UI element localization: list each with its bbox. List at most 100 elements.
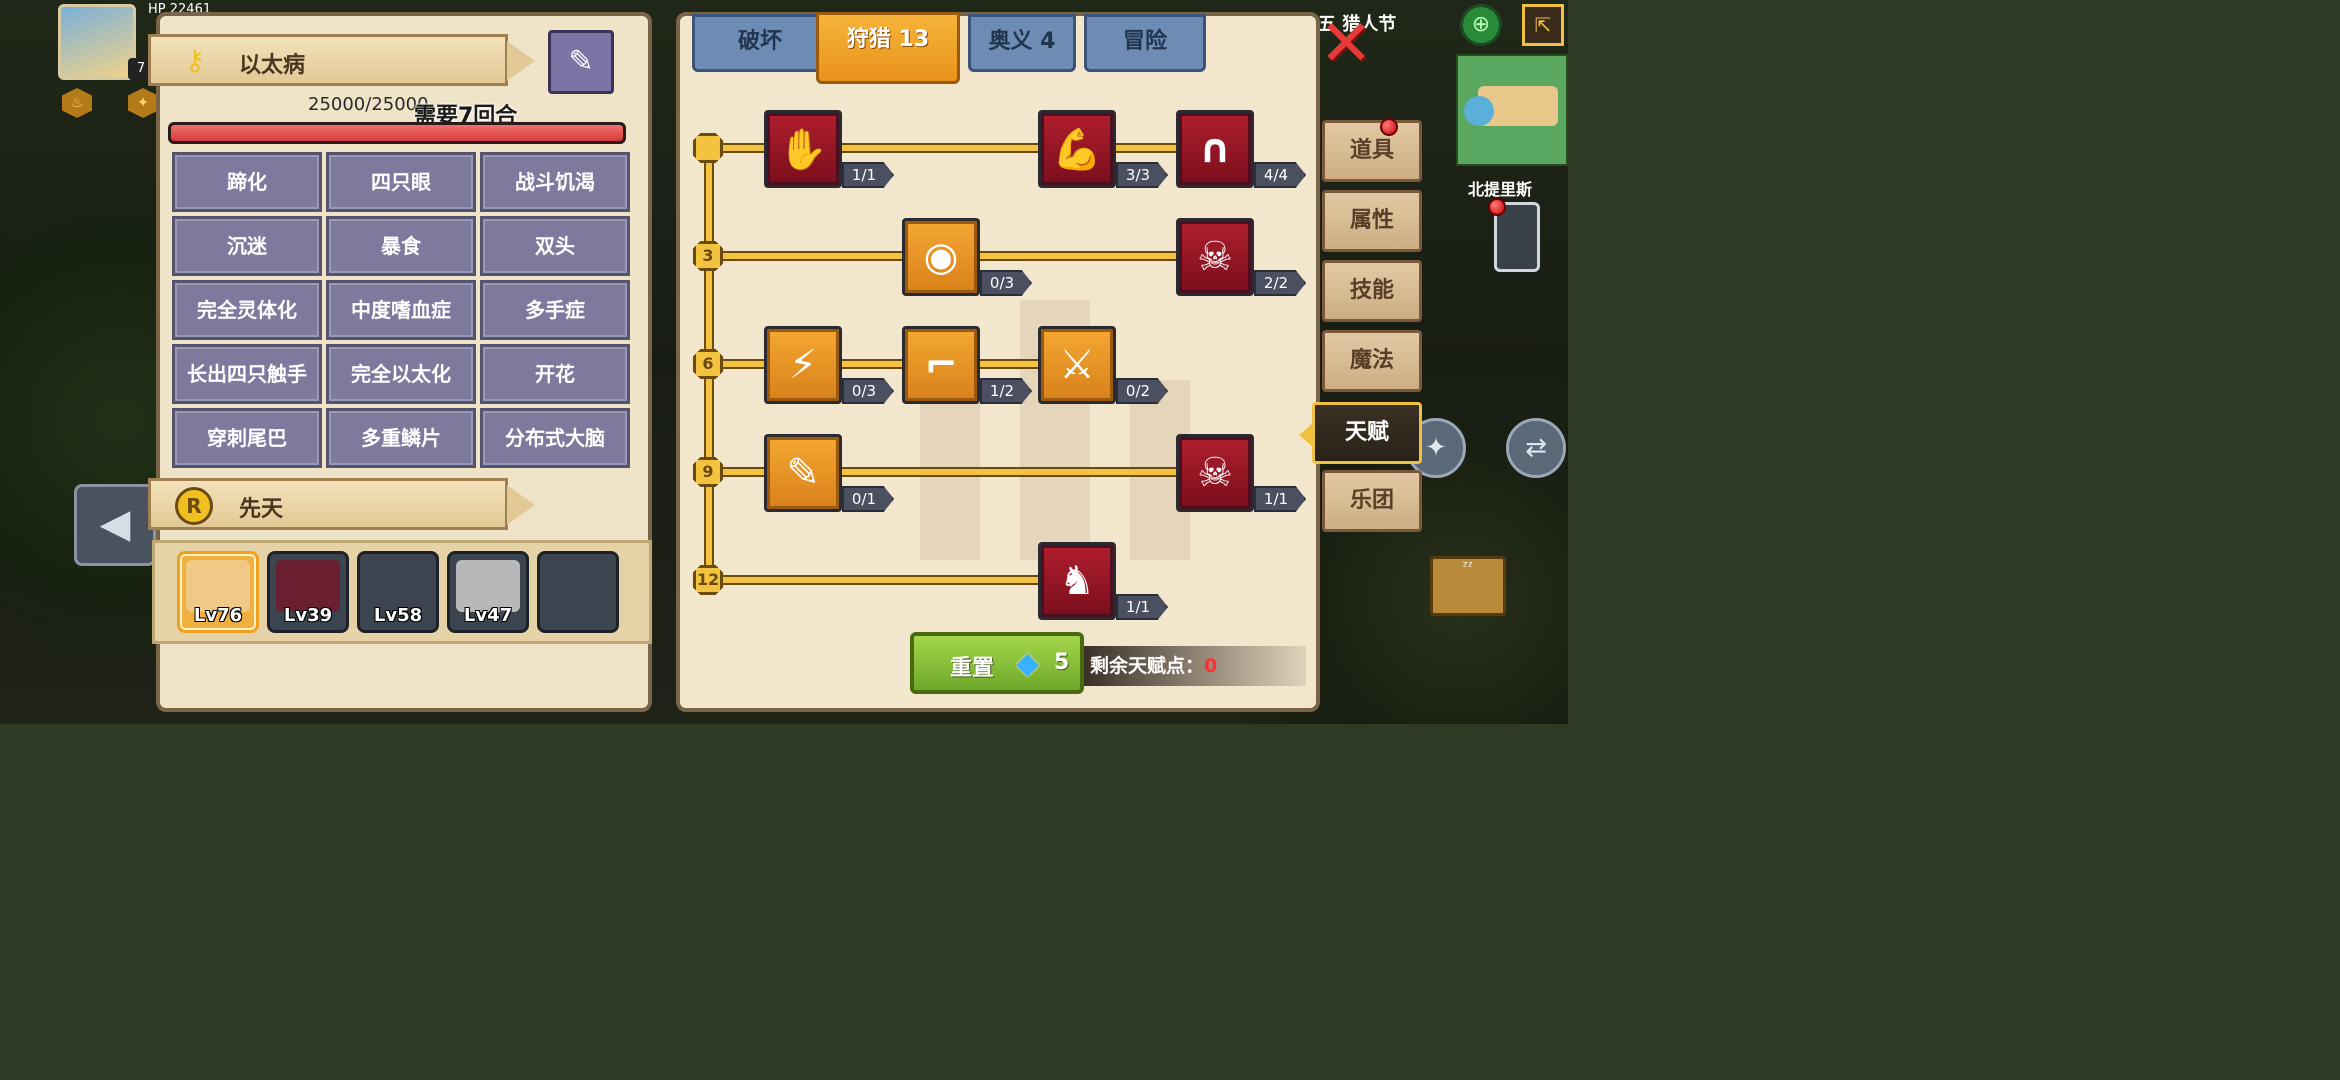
innate-title: 先天 (239, 497, 284, 522)
trait-item[interactable]: 蹄化 (172, 152, 322, 212)
syringe-icon: ✎ (568, 44, 594, 79)
notification-dot (1380, 118, 1398, 136)
talent-claw-hand[interactable]: ✋ (764, 110, 842, 188)
trait-item[interactable]: 完全以太化 (326, 344, 476, 404)
talent-syringe[interactable]: ✎ (764, 434, 842, 512)
tab-2[interactable]: 奥义 4 (968, 14, 1076, 72)
trait-item[interactable]: 分布式大脑 (480, 408, 630, 468)
talent-winged-boot[interactable]: ⌐ (902, 326, 980, 404)
party-level: Lv76 (193, 605, 243, 626)
level-node: 12 (693, 565, 723, 595)
party-level: Lv39 (283, 605, 333, 626)
left-arrow-icon[interactable]: ◀ (74, 484, 156, 566)
trait-item[interactable]: 长出四只触手 (172, 344, 322, 404)
talent-horse-head[interactable]: ♞ (1038, 542, 1116, 620)
claw-hand-icon: ✋ (778, 126, 828, 173)
globe-icon[interactable]: ⊕ (1460, 4, 1502, 46)
innate-banner: R 先天 (148, 478, 535, 530)
party-level: Lv47 (463, 605, 513, 626)
side-menu-5[interactable]: 乐团 (1322, 470, 1422, 532)
talent-rank: 4/4 (1254, 162, 1306, 188)
party-level: Lv58 (373, 605, 423, 626)
level-node (693, 133, 723, 163)
trait-item[interactable]: 中度嗜血症 (326, 280, 476, 340)
castle-watermark (880, 260, 1240, 560)
trait-item[interactable]: 穿刺尾巴 (172, 408, 322, 468)
talent-horseshoe[interactable]: ∩ (1176, 110, 1254, 188)
trait-item[interactable]: 多手症 (480, 280, 630, 340)
tab-1[interactable]: 狩猎 13 (816, 12, 960, 84)
key-icon: ⚷ (184, 44, 206, 77)
party-slot[interactable]: Lv39 (267, 551, 349, 633)
talent-rank: 0/3 (842, 378, 894, 404)
talent-eye[interactable]: ◉ (902, 218, 980, 296)
party-slot[interactable]: Lv58 (357, 551, 439, 633)
trait-item[interactable]: 战斗饥渴 (480, 152, 630, 212)
talent-skull-sun[interactable]: ☠ (1176, 434, 1254, 512)
talent-skull-shield[interactable]: ☠ (1176, 218, 1254, 296)
talent-rank: 1/1 (1116, 594, 1168, 620)
talent-rank: 0/2 (1116, 378, 1168, 404)
horseshoe-icon: ∩ (1198, 126, 1232, 172)
disease-hp-text: 25000/25000 (308, 94, 429, 115)
talent-rank: 0/3 (980, 270, 1032, 296)
side-menu-1[interactable]: 属性 (1322, 190, 1422, 252)
talent-rank: 1/2 (980, 378, 1032, 404)
trait-item[interactable]: 双头 (480, 216, 630, 276)
crossed-swords-icon: ⚔ (1059, 342, 1095, 388)
exit-icon[interactable]: ⇱ (1522, 4, 1564, 46)
party-roster: Lv76 Lv39 Lv58 Lv47 (152, 540, 652, 644)
talent-rank: 2/2 (1254, 270, 1306, 296)
syringe-button[interactable]: ✎ (548, 30, 614, 94)
sleep-house-icon[interactable]: ᶻᶻ (1430, 556, 1506, 616)
side-menu-0[interactable]: 道具 (1322, 120, 1422, 182)
talent-lightning-arrow[interactable]: ⚡ (764, 326, 842, 404)
talent-crossed-swords[interactable]: ⚔ (1038, 326, 1116, 404)
swap-icon[interactable]: ⇄ (1506, 418, 1566, 478)
points-label: 剩余天赋点： (1090, 655, 1205, 677)
trait-item[interactable]: 完全灵体化 (172, 280, 322, 340)
talent-rank: 1/1 (1254, 486, 1306, 512)
reset-label: 重置 (950, 656, 995, 681)
r-coin-icon: R (175, 487, 213, 525)
close-icon[interactable]: ✕ (1318, 12, 1374, 76)
level-node: 3 (693, 241, 723, 271)
disease-title-banner: ⚷ 以太病 (148, 34, 535, 86)
minimap[interactable] (1456, 54, 1568, 166)
winged-boot-icon: ⌐ (924, 342, 958, 388)
trait-item[interactable]: 暴食 (326, 216, 476, 276)
player-avatar[interactable] (58, 4, 136, 80)
syringe-icon: ✎ (786, 450, 820, 496)
talent-rank: 1/1 (842, 162, 894, 188)
party-slot[interactable] (537, 551, 619, 633)
side-menu-4[interactable]: 天赋 (1299, 402, 1422, 464)
party-slot[interactable]: Lv47 (447, 551, 529, 633)
minimap-region-label: 北提里斯 (1468, 180, 1533, 199)
lightning-arrow-icon: ⚡ (788, 342, 818, 388)
level-node: 6 (693, 349, 723, 379)
tab-3[interactable]: 冒险 (1084, 14, 1206, 72)
points-value: 0 (1204, 655, 1218, 677)
tab-0[interactable]: 破坏 (692, 14, 828, 72)
reset-button[interactable]: 重置 ◆ 5 (910, 632, 1084, 694)
trait-item[interactable]: 四只眼 (326, 152, 476, 212)
talent-rank: 0/1 (842, 486, 894, 512)
party-slot[interactable]: Lv76 (177, 551, 259, 633)
reset-cost: 5 (1054, 650, 1070, 675)
muscle-icon: 💪 (1052, 126, 1102, 173)
level-node: 9 (693, 457, 723, 487)
tree-row-line (708, 575, 1076, 585)
side-menu-3[interactable]: 魔法 (1322, 330, 1422, 392)
disease-title: 以太病 (239, 53, 306, 78)
skull-sun-icon: ☠ (1197, 450, 1233, 496)
side-menu-2[interactable]: 技能 (1322, 260, 1422, 322)
skull-shield-icon: ☠ (1197, 234, 1233, 280)
trait-grid: 蹄化 四只眼 战斗饥渴沉迷 暴食 双头完全灵体化 中度嗜血症 多手症长出四只触手 完全以太化开… (172, 152, 632, 468)
horse-head-icon: ♞ (1059, 558, 1095, 604)
talent-muscle[interactable]: 💪 (1038, 110, 1116, 188)
eye-icon: ◉ (923, 234, 959, 280)
trait-item[interactable]: 开花 (480, 344, 630, 404)
trait-item[interactable]: 多重鳞片 (326, 408, 476, 468)
talent-points-remaining: 剩余天赋点：0 (1084, 646, 1306, 686)
trait-item[interactable]: 沉迷 (172, 216, 322, 276)
